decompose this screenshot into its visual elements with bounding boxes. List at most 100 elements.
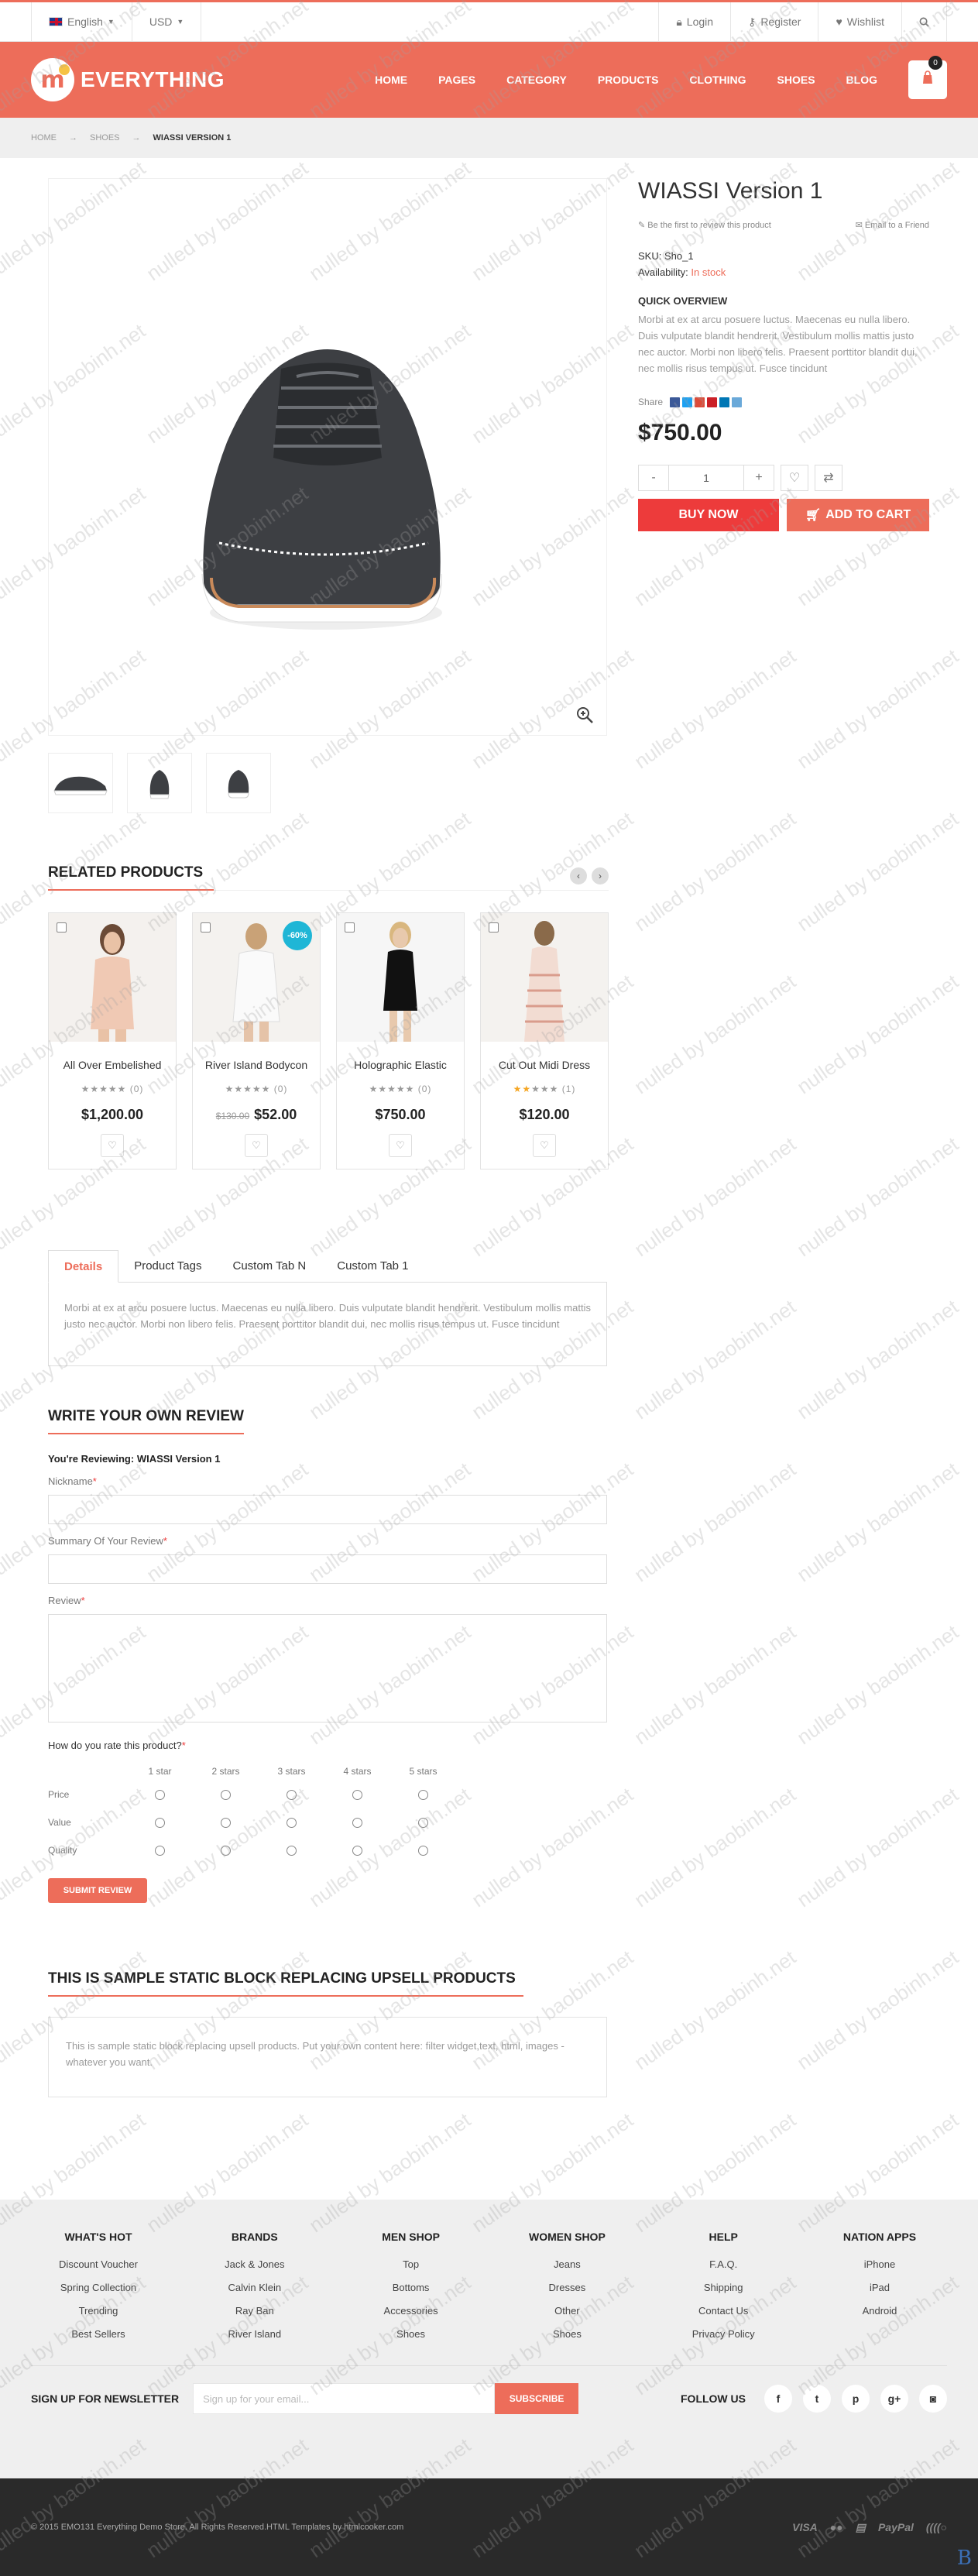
rating-radio[interactable] <box>352 1789 362 1800</box>
nav-shoes[interactable]: SHOES <box>762 74 831 86</box>
add-to-wishlist-button[interactable]: ♡ <box>781 465 808 491</box>
rating-radio[interactable] <box>155 1817 165 1828</box>
footer-link[interactable]: Jeans <box>509 2258 625 2270</box>
rating-radio[interactable] <box>287 1845 297 1856</box>
google-plus-share-icon[interactable] <box>695 397 705 407</box>
product-card-image[interactable]: -60% <box>193 913 320 1042</box>
footer-link[interactable]: Calvin Klein <box>197 2282 313 2293</box>
thumbnail-1[interactable] <box>48 753 113 813</box>
cart-button[interactable]: 0 <box>908 56 947 99</box>
prev-arrow-button[interactable]: ‹ <box>570 867 587 884</box>
footer-link[interactable]: Jack & Jones <box>197 2258 313 2270</box>
footer-link[interactable]: Best Sellers <box>40 2328 156 2340</box>
footer-link[interactable]: Ray Ban <box>197 2305 313 2317</box>
footer-link[interactable]: Top <box>353 2258 469 2270</box>
product-card[interactable]: -60% River Island Bodycon ★★★★★ (0) $130… <box>192 912 321 1170</box>
wishlist-button[interactable]: ♡ <box>389 1134 412 1157</box>
rating-radio[interactable] <box>155 1789 165 1800</box>
rating-radio[interactable] <box>155 1845 165 1856</box>
nav-products[interactable]: PRODUCTS <box>582 74 674 86</box>
tab-custom-tab-1[interactable]: Custom Tab 1 <box>321 1250 424 1282</box>
product-card[interactable]: All Over Embelished ★★★★★ (0) $1,200.00 … <box>48 912 177 1170</box>
wishlist-button[interactable]: ♡ <box>245 1134 268 1157</box>
nickname-input[interactable] <box>48 1495 607 1524</box>
subscribe-button[interactable]: SUBSCRIBE <box>495 2383 579 2414</box>
facebook-icon[interactable]: f <box>764 2385 792 2413</box>
footer-link[interactable]: Android <box>822 2305 938 2317</box>
site-logo[interactable]: m EVERYTHING <box>31 58 225 101</box>
footer-link[interactable]: Shipping <box>665 2282 781 2293</box>
tab-product-tags[interactable]: Product Tags <box>118 1250 217 1282</box>
search-button[interactable] <box>902 2 947 41</box>
thumbnail-2[interactable] <box>127 753 192 813</box>
rating-radio[interactable] <box>352 1845 362 1856</box>
qty-input[interactable]: 1 <box>669 465 743 491</box>
footer-link[interactable]: River Island <box>197 2328 313 2340</box>
rating-radio[interactable] <box>418 1845 428 1856</box>
next-arrow-button[interactable]: › <box>592 867 609 884</box>
footer-link[interactable]: Dresses <box>509 2282 625 2293</box>
pinterest-icon[interactable]: p <box>842 2385 870 2413</box>
google-plus-icon[interactable]: g+ <box>880 2385 908 2413</box>
rating-radio[interactable] <box>418 1817 428 1828</box>
nav-blog[interactable]: BLOG <box>831 74 893 86</box>
footer-link[interactable]: iPad <box>822 2282 938 2293</box>
submit-review-button[interactable]: SUBMIT REVIEW <box>48 1878 147 1903</box>
qty-plus-button[interactable]: + <box>743 465 774 491</box>
product-card-name[interactable]: Holographic Elastic <box>337 1059 464 1071</box>
tab-custom-tab-n[interactable]: Custom Tab N <box>217 1250 321 1282</box>
product-card-image[interactable] <box>481 913 608 1042</box>
nav-pages[interactable]: PAGES <box>423 74 491 86</box>
rating-radio[interactable] <box>221 1817 231 1828</box>
product-card-name[interactable]: Cut Out Midi Dress <box>481 1059 608 1071</box>
product-card[interactable]: Holographic Elastic ★★★★★ (0) $750.00 ♡ <box>336 912 465 1170</box>
nav-category[interactable]: CATEGORY <box>491 74 582 86</box>
footer-link[interactable]: Shoes <box>509 2328 625 2340</box>
email-share-icon[interactable] <box>732 397 743 407</box>
compare-checkbox[interactable] <box>201 922 211 933</box>
twitter-share-icon[interactable] <box>682 397 693 407</box>
breadcrumb-shoes[interactable]: SHOES <box>90 133 120 143</box>
back-to-top-icon[interactable]: B <box>957 2547 972 2570</box>
add-to-cart-button[interactable]: 🛒︎ ADD TO CART <box>787 499 929 531</box>
product-card-name[interactable]: All Over Embelished <box>49 1059 176 1071</box>
footer-link[interactable]: Trending <box>40 2305 156 2317</box>
product-card[interactable]: Cut Out Midi Dress ★★★★★ (1) $120.00 ♡ <box>480 912 609 1170</box>
footer-link[interactable]: Spring Collection <box>40 2282 156 2293</box>
add-to-compare-button[interactable]: ⇄ <box>815 465 842 491</box>
rating-radio[interactable] <box>287 1817 297 1828</box>
nav-home[interactable]: HOME <box>359 74 423 86</box>
thumbnail-3[interactable] <box>206 753 271 813</box>
footer-link[interactable]: Contact Us <box>665 2305 781 2317</box>
rating-radio[interactable] <box>352 1817 362 1828</box>
compare-checkbox[interactable] <box>57 922 67 933</box>
footer-link[interactable]: Discount Voucher <box>40 2258 156 2270</box>
facebook-share-icon[interactable] <box>670 397 681 407</box>
buy-now-button[interactable]: BUY NOW <box>638 499 779 531</box>
qty-minus-button[interactable]: - <box>638 465 669 491</box>
wishlist-button[interactable]: ♡ <box>101 1134 124 1157</box>
footer-link[interactable]: F.A.Q. <box>665 2258 781 2270</box>
footer-link[interactable]: iPhone <box>822 2258 938 2270</box>
tab-details[interactable]: Details <box>48 1250 119 1283</box>
footer-link[interactable]: Accessories <box>353 2305 469 2317</box>
product-main-image[interactable] <box>48 178 607 736</box>
pinterest-share-icon[interactable] <box>707 397 718 407</box>
language-selector[interactable]: English ▼ <box>31 2 132 41</box>
nav-clothing[interactable]: CLOTHING <box>674 74 761 86</box>
zoom-icon[interactable] <box>575 706 594 724</box>
product-card-image[interactable] <box>49 913 176 1042</box>
currency-selector[interactable]: USD ▼ <box>132 2 202 41</box>
login-link[interactable]: 🔒︎ Login <box>658 2 732 41</box>
compare-checkbox[interactable] <box>489 922 499 933</box>
compare-checkbox[interactable] <box>345 922 355 933</box>
product-card-image[interactable] <box>337 913 464 1042</box>
newsletter-email-input[interactable]: Sign up for your email... <box>193 2383 496 2414</box>
first-review-link[interactable]: ✎ Be the first to review this product <box>638 220 771 230</box>
wishlist-button[interactable]: ♡ <box>533 1134 556 1157</box>
register-link[interactable]: ⚷ Register <box>731 2 819 41</box>
email-friend-link[interactable]: ✉ Email to a Friend <box>856 220 929 230</box>
footer-link[interactable]: Bottoms <box>353 2282 469 2293</box>
rating-radio[interactable] <box>287 1789 297 1800</box>
rating-radio[interactable] <box>418 1789 428 1800</box>
